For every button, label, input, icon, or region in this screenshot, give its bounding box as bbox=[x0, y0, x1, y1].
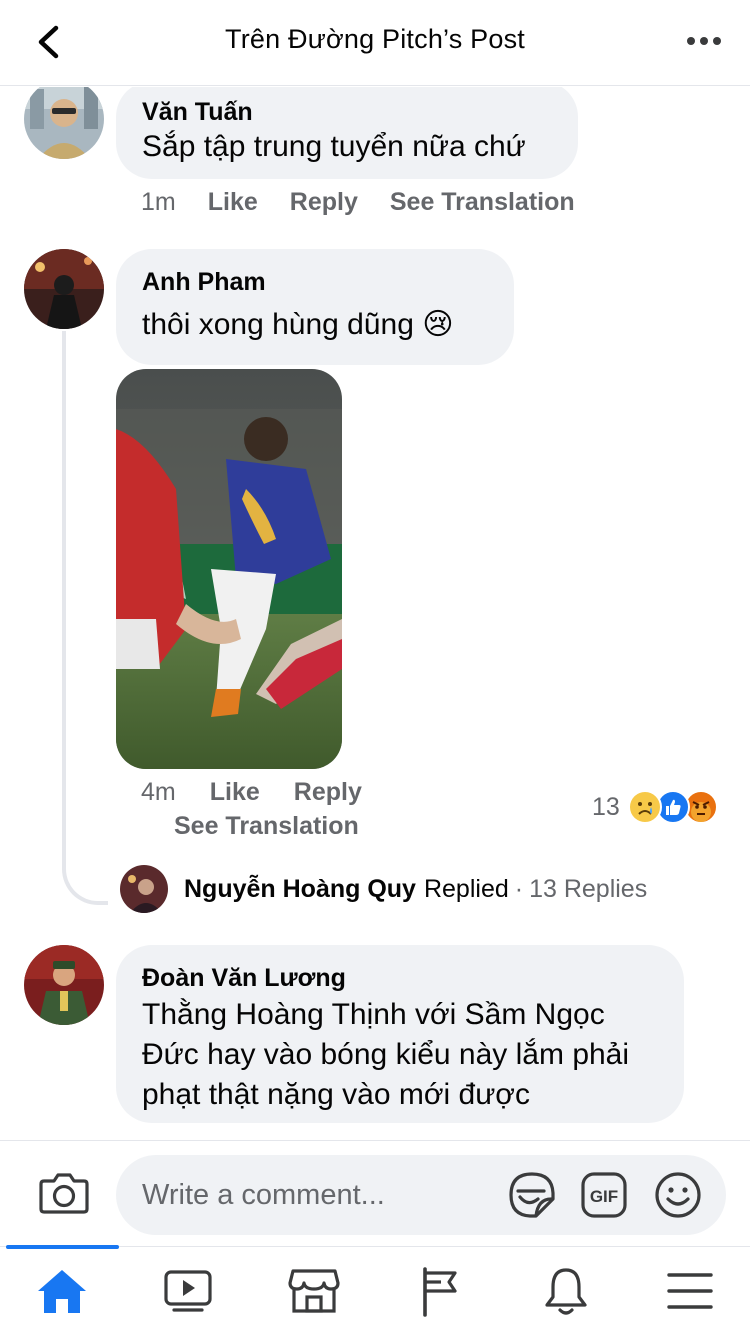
comment-time: 4m bbox=[141, 778, 176, 806]
comment-text-line: phạt thật nặng vào mới được bbox=[142, 1078, 530, 1111]
active-tab-indicator bbox=[6, 1245, 119, 1249]
reply-button[interactable]: Reply bbox=[294, 778, 362, 807]
reply-count: 13 Replies bbox=[529, 874, 648, 903]
thread-line bbox=[62, 331, 108, 905]
menu-icon[interactable] bbox=[660, 1265, 720, 1317]
comment-author[interactable]: Đoàn Văn Lương bbox=[142, 963, 658, 993]
like-button[interactable]: Like bbox=[208, 188, 258, 217]
comment-composer: GIF bbox=[0, 1140, 750, 1246]
notifications-bell-icon[interactable] bbox=[536, 1265, 596, 1317]
avatar[interactable] bbox=[24, 249, 104, 329]
comments-list: Văn Tuấn Sắp tập trung tuyển nữa chứ 1m … bbox=[0, 87, 750, 1140]
sticker-icon[interactable] bbox=[508, 1171, 556, 1219]
top-bar: Trên Đường Pitch’s Post bbox=[0, 0, 750, 86]
reply-button[interactable]: Reply bbox=[290, 188, 358, 217]
see-translation-button[interactable]: See Translation bbox=[390, 188, 575, 217]
comment-text-line: Đức hay vào bóng kiểu này lắm phải bbox=[142, 1038, 630, 1071]
comment-text: Sắp tập trung tuyển nữa chứ bbox=[142, 130, 526, 163]
comment-time: 1m bbox=[141, 188, 176, 216]
comment-actions: 4m Like Reply bbox=[141, 778, 362, 807]
like-button[interactable]: Like bbox=[210, 778, 260, 807]
marketplace-icon[interactable] bbox=[284, 1265, 344, 1317]
avatar bbox=[120, 865, 168, 913]
bottom-tab-bar bbox=[0, 1245, 750, 1334]
reaction-summary[interactable]: 13 bbox=[592, 790, 718, 824]
reaction-count: 13 bbox=[592, 792, 620, 821]
watch-icon[interactable] bbox=[158, 1265, 218, 1317]
camera-icon[interactable] bbox=[38, 1169, 90, 1217]
gif-icon[interactable]: GIF bbox=[580, 1171, 628, 1219]
comment-actions: See Translation bbox=[174, 812, 359, 841]
replied-label: Replied bbox=[423, 874, 509, 903]
home-icon[interactable] bbox=[32, 1265, 92, 1317]
comment-box: GIF bbox=[116, 1155, 726, 1235]
avatar[interactable] bbox=[24, 945, 104, 1025]
avatar[interactable] bbox=[24, 87, 104, 159]
replies-link[interactable]: Nguyễn Hoàng Quy Replied · 13 Replies bbox=[120, 865, 647, 913]
comment-author[interactable]: Anh Pham bbox=[142, 267, 488, 297]
comment-text-line: Thằng Hoàng Thịnh với Sầm Ngọc bbox=[142, 998, 605, 1031]
comment-bubble[interactable]: Anh Pham thôi xong hùng dũng 😢 bbox=[116, 249, 514, 365]
pages-flag-icon[interactable] bbox=[410, 1265, 470, 1317]
sad-icon bbox=[627, 790, 662, 824]
comment-input[interactable] bbox=[142, 1155, 502, 1235]
comment-bubble[interactable]: Đoàn Văn Lương Thằng Hoàng Thịnh với Sầm… bbox=[116, 945, 684, 1123]
see-translation-button[interactable]: See Translation bbox=[174, 812, 359, 841]
comment-author[interactable]: Văn Tuấn bbox=[142, 97, 552, 127]
comment-photo[interactable] bbox=[116, 369, 342, 769]
emoji-icon[interactable] bbox=[654, 1171, 702, 1219]
svg-text:GIF: GIF bbox=[590, 1187, 618, 1206]
comment-text: thôi xong hùng dũng 😢 bbox=[142, 308, 454, 341]
page-title: Trên Đường Pitch’s Post bbox=[225, 24, 525, 54]
replier-name: Nguyễn Hoàng Quy bbox=[184, 874, 416, 903]
more-options-icon[interactable] bbox=[684, 26, 724, 56]
comment-bubble[interactable]: Văn Tuấn Sắp tập trung tuyển nữa chứ bbox=[116, 87, 578, 179]
separator: · bbox=[514, 874, 524, 903]
comment-actions: 1m Like Reply See Translation bbox=[141, 188, 575, 217]
